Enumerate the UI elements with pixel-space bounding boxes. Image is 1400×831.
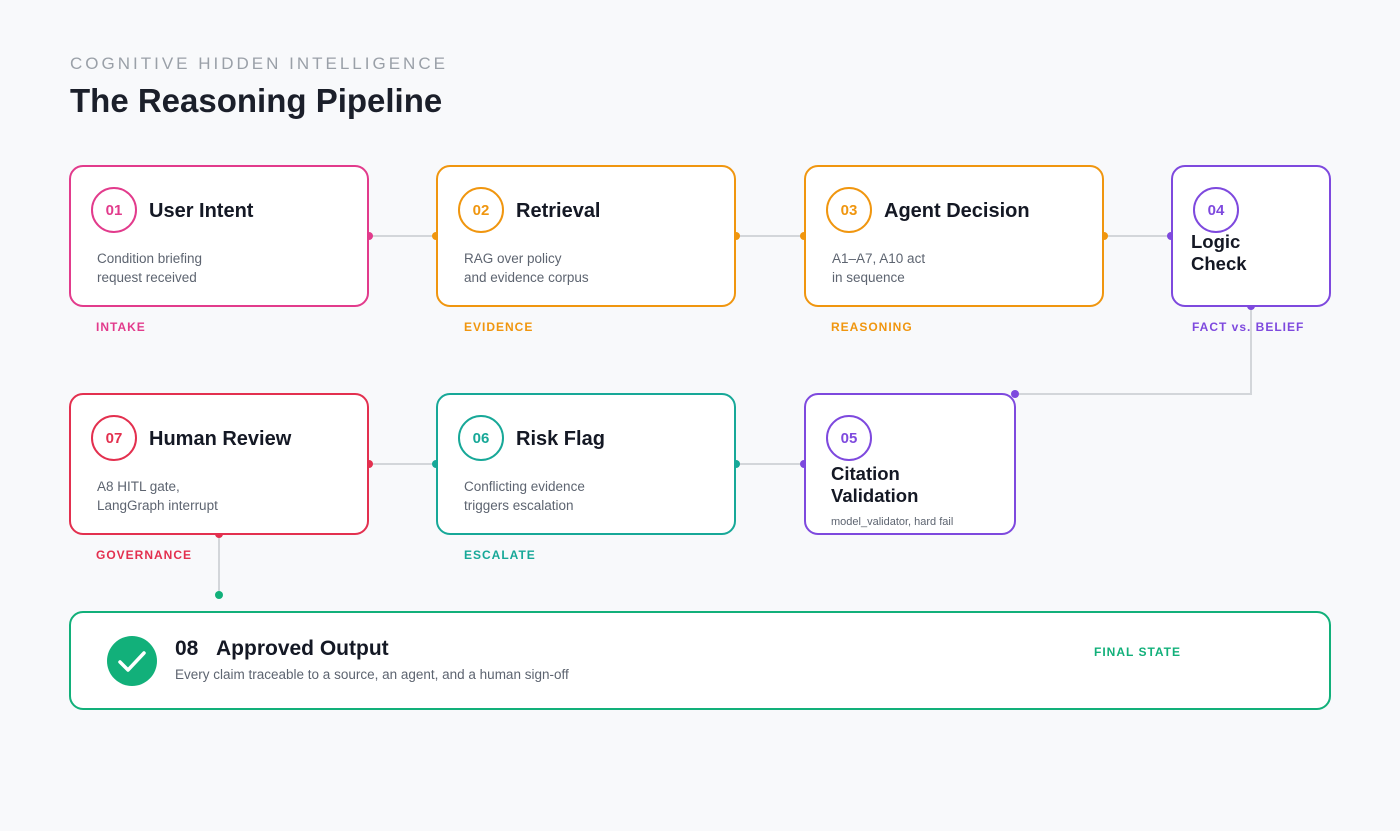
- step-tag-governance: GOVERNANCE: [96, 548, 193, 562]
- final-output-card: 08 Approved Output Every claim traceable…: [69, 611, 1331, 710]
- final-step-description: Every claim traceable to a source, an ag…: [175, 667, 569, 682]
- step-description: Conflicting evidence triggers escalation: [464, 479, 585, 513]
- step-title: Citation Validation: [831, 463, 919, 506]
- connector-dot: [215, 591, 223, 599]
- step-tag-evidence: EVIDENCE: [464, 320, 534, 334]
- step-description: RAG over policy and evidence corpus: [464, 251, 589, 285]
- step-title: Logic Check: [1191, 231, 1247, 274]
- step-card-logic-check: 04 Logic Check: [1171, 165, 1331, 307]
- step-description: Condition briefing request received: [97, 251, 203, 285]
- step-title: Retrieval: [516, 200, 601, 222]
- step-description: A1–A7, A10 act in sequence: [832, 251, 926, 285]
- step-card-user-intent: 01 User Intent Condition briefing reques…: [69, 165, 369, 307]
- step-card-risk-flag: 06 Risk Flag Conflicting evidence trigge…: [436, 393, 736, 535]
- step-number-badge: 02: [458, 187, 504, 233]
- step-title: Human Review: [149, 428, 292, 450]
- step-card-citation-validation: 05 Citation Validation model_validator, …: [804, 393, 1016, 535]
- step-title: Agent Decision: [884, 200, 1030, 222]
- step-number-badge: 06: [458, 415, 504, 461]
- step-number-badge: 05: [826, 415, 872, 461]
- final-state-tag: FINAL STATE: [1094, 645, 1181, 659]
- step-title: Risk Flag: [516, 428, 605, 450]
- step-description: model_validator, hard fail: [831, 516, 954, 528]
- check-circle-icon: [107, 636, 157, 686]
- final-step-number: 08: [175, 637, 199, 660]
- final-step-title: Approved Output: [216, 637, 389, 660]
- step-number-badge: 04: [1193, 187, 1239, 233]
- step-card-agent-decision: 03 Agent Decision A1–A7, A10 act in sequ…: [804, 165, 1104, 307]
- step-tag-escalate: ESCALATE: [464, 548, 536, 562]
- step-card-human-review: 07 Human Review A8 HITL gate, LangGraph …: [69, 393, 369, 535]
- step-description: A8 HITL gate, LangGraph interrupt: [97, 479, 218, 513]
- step-tag-reasoning: REASONING: [831, 320, 913, 334]
- step-number-badge: 03: [826, 187, 872, 233]
- step-number-badge: 01: [91, 187, 137, 233]
- step-number-badge: 07: [91, 415, 137, 461]
- step-card-retrieval: 02 Retrieval RAG over policy and evidenc…: [436, 165, 736, 307]
- step-tag-fact-vs-belief: FACT vs. BELIEF: [1192, 320, 1305, 334]
- step-title: User Intent: [149, 200, 254, 222]
- step-tag-intake: INTAKE: [96, 320, 146, 334]
